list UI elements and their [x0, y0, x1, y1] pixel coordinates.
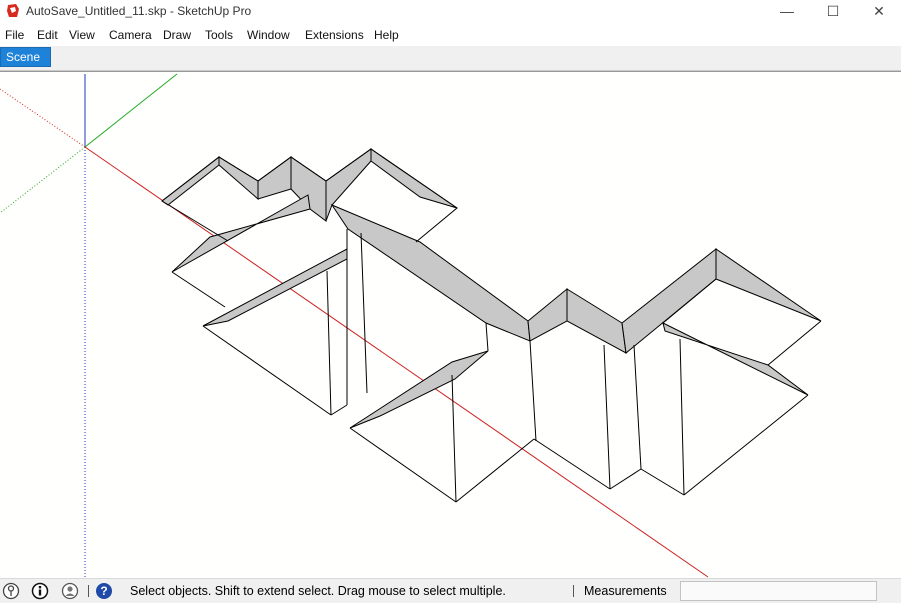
scene-tab-1[interactable]: Scene 1 — [0, 47, 51, 83]
edge-left-base — [202, 325, 332, 416]
face-zig-3 — [621, 247, 717, 354]
menu-bar: File Edit View Camera Draw Tools Window … — [0, 26, 901, 46]
face-lower-ledge — [202, 248, 348, 327]
edge-zig-pillar-1 — [529, 340, 537, 442]
sketchup-logo-icon — [7, 4, 19, 17]
measurements-field[interactable] — [680, 581, 877, 601]
window-title: AutoSave_Untitled_11.skp - SketchUp Pro — [26, 4, 252, 18]
face-zig-2 — [566, 288, 627, 354]
edge-right-base-left — [640, 468, 685, 496]
scene-tabs-bar: Scene 1 — [0, 46, 901, 83]
close-button[interactable]: ✕ — [856, 0, 901, 22]
menu-window[interactable]: Window — [247, 28, 290, 42]
menu-extensions[interactable]: Extensions — [305, 28, 364, 42]
green-axis-negative — [0, 146, 86, 214]
face-right-roof-slope — [325, 148, 372, 222]
credits-info-icon[interactable] — [31, 582, 49, 600]
title-bar: AutoSave_Untitled_11.skp - SketchUp Pro … — [0, 0, 901, 24]
edge-zig-base — [533, 438, 611, 490]
minimize-button[interactable]: — — [764, 0, 810, 22]
edge-zig-base-right — [609, 468, 642, 490]
face-upper-ledge — [171, 194, 311, 273]
help-icon[interactable]: ? — [95, 582, 113, 600]
svg-text:?: ? — [100, 584, 107, 598]
model-canvas[interactable] — [0, 72, 901, 578]
edge-zig-pillar-2 — [603, 344, 611, 490]
face-right-ledge — [662, 322, 809, 396]
status-divider — [573, 585, 574, 597]
user-account-icon[interactable] — [61, 582, 79, 600]
face-zig-1 — [527, 287, 568, 342]
edge-right-base — [683, 394, 809, 496]
edge-left-pillar — [326, 270, 332, 416]
face-right-roof-top — [715, 248, 822, 322]
shaded-faces — [161, 148, 822, 429]
edge-front-base-right — [455, 438, 535, 503]
face-long-ramp — [330, 203, 531, 342]
menu-camera[interactable]: Camera — [109, 28, 152, 42]
edge-front-pillar — [451, 374, 457, 503]
edge-zig-pillar-3 — [633, 344, 642, 470]
status-message: Select objects. Shift to extend select. … — [130, 584, 506, 598]
geo-location-icon[interactable] — [2, 582, 20, 600]
menu-file[interactable]: File — [5, 28, 24, 42]
edge-front-base — [349, 427, 457, 503]
drawing-viewport[interactable] — [0, 71, 901, 578]
status-divider — [88, 585, 89, 597]
edge-right-roof-front — [767, 320, 822, 366]
menu-edit[interactable]: Edit — [37, 28, 58, 42]
status-bar: ? Select objects. Shift to extend select… — [0, 578, 901, 603]
maximize-button[interactable]: ☐ — [810, 0, 856, 22]
edge-left-base-corner — [330, 404, 348, 416]
face-front-ramp — [349, 350, 489, 429]
green-axis-positive — [84, 73, 178, 148]
menu-draw[interactable]: Draw — [163, 28, 191, 42]
menu-help[interactable]: Help — [374, 28, 399, 42]
face-left-roof-valley — [218, 156, 259, 201]
edge-left-lower — [171, 271, 226, 308]
edge-ramp-step — [485, 322, 489, 352]
edge-left-front — [161, 200, 229, 242]
edge-mid-pillar-2 — [360, 232, 368, 394]
menu-tools[interactable]: Tools — [205, 28, 233, 42]
red-axis-negative — [0, 88, 86, 148]
measurements-label: Measurements — [584, 584, 667, 598]
edge-right-pillar — [679, 338, 685, 496]
menu-view[interactable]: View — [69, 28, 95, 42]
